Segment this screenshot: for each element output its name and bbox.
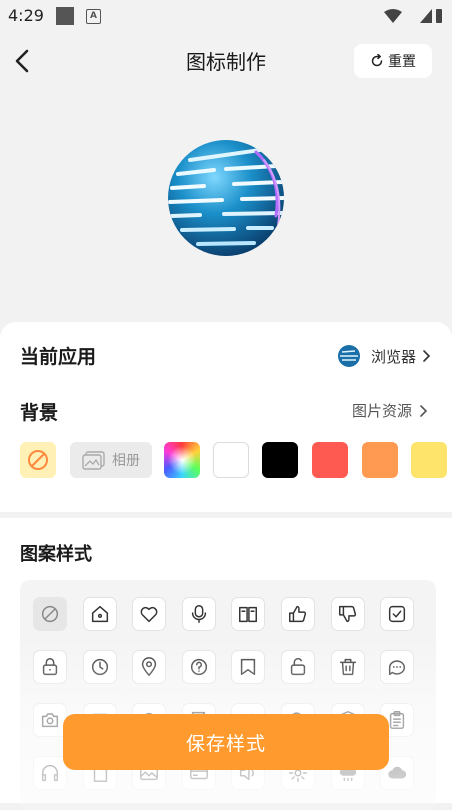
reset-label: 重置 <box>388 54 416 70</box>
color-swatch[interactable] <box>312 442 348 478</box>
pattern-style-label: 图案样式 <box>20 544 92 565</box>
unlock-icon <box>290 657 306 676</box>
no-background-icon <box>28 450 48 470</box>
battery-icon <box>436 9 442 23</box>
pattern-option[interactable] <box>182 597 216 631</box>
system-status-icons <box>384 9 442 23</box>
pattern-option[interactable] <box>33 703 67 737</box>
pattern-grid <box>20 580 436 810</box>
color-swatch[interactable] <box>411 442 447 478</box>
camera-icon <box>41 713 59 728</box>
pattern-option[interactable] <box>231 650 265 684</box>
signal-icon <box>420 9 432 23</box>
bookmark-icon <box>240 658 256 676</box>
microphone-icon <box>191 605 207 623</box>
pattern-option[interactable] <box>281 597 315 631</box>
icon-preview-globe <box>168 140 284 256</box>
pattern-option[interactable] <box>331 650 365 684</box>
pattern-option[interactable] <box>33 650 67 684</box>
pattern-option[interactable] <box>380 597 414 631</box>
background-swatches: 相册 <box>20 442 452 478</box>
image-resources-link[interactable]: 图片资源 <box>352 400 430 421</box>
headphones-icon <box>41 765 59 782</box>
pattern-option[interactable] <box>182 650 216 684</box>
home-icon <box>91 605 109 623</box>
pattern-option[interactable] <box>380 650 414 684</box>
image-resources-label: 图片资源 <box>351 402 412 420</box>
pattern-option[interactable] <box>33 756 67 790</box>
pattern-option[interactable] <box>281 650 315 684</box>
thumbs-up-icon <box>289 605 307 623</box>
pattern-option[interactable] <box>33 597 67 631</box>
color-swatch[interactable] <box>213 442 249 478</box>
current-app-name: 浏览器 <box>370 347 416 366</box>
current-app-label: 当前应用 <box>20 346 97 368</box>
chevron-right-icon <box>423 350 431 362</box>
album-icon <box>82 451 105 470</box>
pattern-option[interactable] <box>132 650 166 684</box>
album-label: 相册 <box>112 453 140 469</box>
pattern-option[interactable] <box>83 650 117 684</box>
status-time: 4:29 <box>8 6 44 25</box>
color-swatch[interactable] <box>262 442 298 478</box>
thumbs-down-icon <box>339 605 357 623</box>
status-bar: 4:29 A <box>0 0 452 32</box>
reset-button[interactable]: 重置 <box>354 44 432 78</box>
browser-app-icon <box>337 345 360 367</box>
save-style-button[interactable]: 保存样式 <box>63 714 389 770</box>
wifi-icon <box>384 9 402 23</box>
pattern-option[interactable] <box>331 597 365 631</box>
notification-square-icon <box>56 7 74 25</box>
pattern-option[interactable] <box>231 597 265 631</box>
a-badge-icon: A <box>86 9 101 24</box>
current-app-selector[interactable]: 浏览器 <box>337 344 432 368</box>
no-pattern-icon <box>41 605 59 623</box>
lock-icon <box>42 658 58 676</box>
settings-panel: 当前应用 浏览器 背景 图片资源 相册 <box>0 322 452 512</box>
color-swatch-rainbow[interactable] <box>164 442 200 478</box>
background-label: 背景 <box>20 402 59 424</box>
album-button[interactable]: 相册 <box>70 442 152 478</box>
help-icon <box>190 658 208 676</box>
cloud-icon <box>388 766 407 779</box>
clock-icon <box>91 658 109 676</box>
chevron-right-icon <box>420 404 428 417</box>
refresh-icon <box>371 54 383 67</box>
checkbox-icon <box>388 605 406 623</box>
trash-icon <box>339 658 357 676</box>
pattern-option[interactable] <box>132 597 166 631</box>
book-icon <box>239 606 257 623</box>
heart-icon <box>140 606 158 623</box>
clipboard-icon <box>389 711 405 729</box>
location-pin-icon <box>141 657 157 676</box>
pattern-option[interactable] <box>83 597 117 631</box>
no-background-swatch[interactable] <box>20 442 56 478</box>
color-swatch[interactable] <box>362 442 398 478</box>
chat-bubble-icon <box>388 660 405 676</box>
top-bar: 图标制作 重置 <box>0 32 452 92</box>
